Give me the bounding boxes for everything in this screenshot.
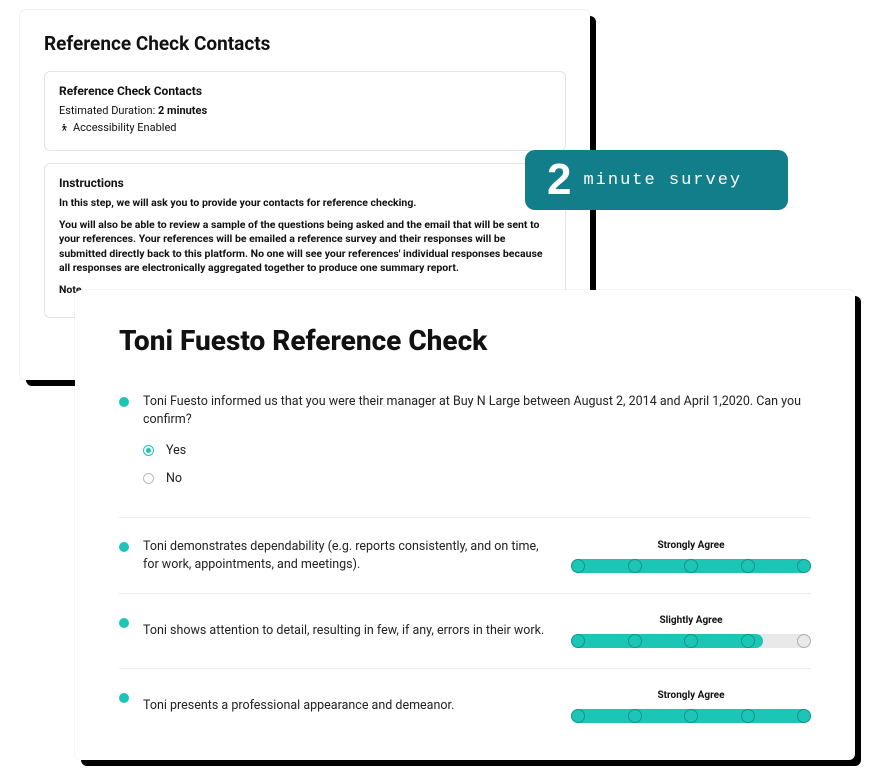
question-4: Toni presents a professional appearance … (119, 689, 811, 723)
q2-scale-label: Strongly Agree (571, 539, 811, 553)
duration-badge: 2 minute survey (525, 150, 788, 210)
q1-option-no[interactable]: No (143, 470, 811, 488)
question-3: Toni shows attention to detail, resultin… (119, 614, 811, 669)
bullet-icon (119, 618, 129, 628)
q1-text: Toni Fuesto informed us that you were th… (143, 393, 811, 428)
bullet-icon (119, 542, 129, 552)
q1-option-yes[interactable]: Yes (143, 442, 811, 460)
meta-title: Reference Check Contacts (59, 84, 551, 98)
q3-scale[interactable]: Slightly Agree (571, 614, 811, 648)
radio-selected-icon (143, 445, 154, 456)
accessibility-icon (59, 123, 69, 133)
duration-row: Estimated Duration: 2 minutes (59, 104, 551, 117)
radio-unselected-icon (143, 473, 154, 484)
question-1: Toni Fuesto informed us that you were th… (119, 393, 811, 518)
q3-scale-label: Slightly Agree (571, 614, 811, 628)
front-title: Toni Fuesto Reference Check (119, 324, 811, 357)
back-title: Reference Check Contacts (44, 32, 566, 55)
q3-text: Toni shows attention to detail, resultin… (143, 622, 557, 640)
q1-no-label: No (166, 470, 182, 488)
meta-box: Reference Check Contacts Estimated Durat… (44, 71, 566, 151)
badge-number: 2 (547, 158, 571, 202)
reference-check-card: Toni Fuesto Reference Check Toni Fuesto … (75, 290, 855, 760)
question-2: Toni demonstrates dependability (e.g. re… (119, 538, 811, 594)
q4-scale[interactable]: Strongly Agree (571, 689, 811, 723)
q4-text: Toni presents a professional appearance … (143, 697, 557, 715)
duration-label: Estimated Duration: (59, 104, 155, 117)
accessibility-row: Accessibility Enabled (59, 121, 551, 134)
instructions-p2: You will also be able to review a sample… (59, 218, 551, 275)
instructions-p1: In this step, we will ask you to provide… (59, 196, 551, 210)
q2-text: Toni demonstrates dependability (e.g. re… (143, 538, 557, 573)
duration-value: 2 minutes (158, 104, 207, 117)
instructions-title: Instructions (59, 176, 551, 190)
bullet-icon (119, 693, 129, 703)
accessibility-label: Accessibility Enabled (73, 121, 177, 134)
bullet-icon (119, 397, 129, 407)
q1-yes-label: Yes (166, 442, 186, 460)
q4-scale-label: Strongly Agree (571, 689, 811, 703)
q2-scale[interactable]: Strongly Agree (571, 539, 811, 573)
badge-text: minute survey (583, 171, 742, 190)
